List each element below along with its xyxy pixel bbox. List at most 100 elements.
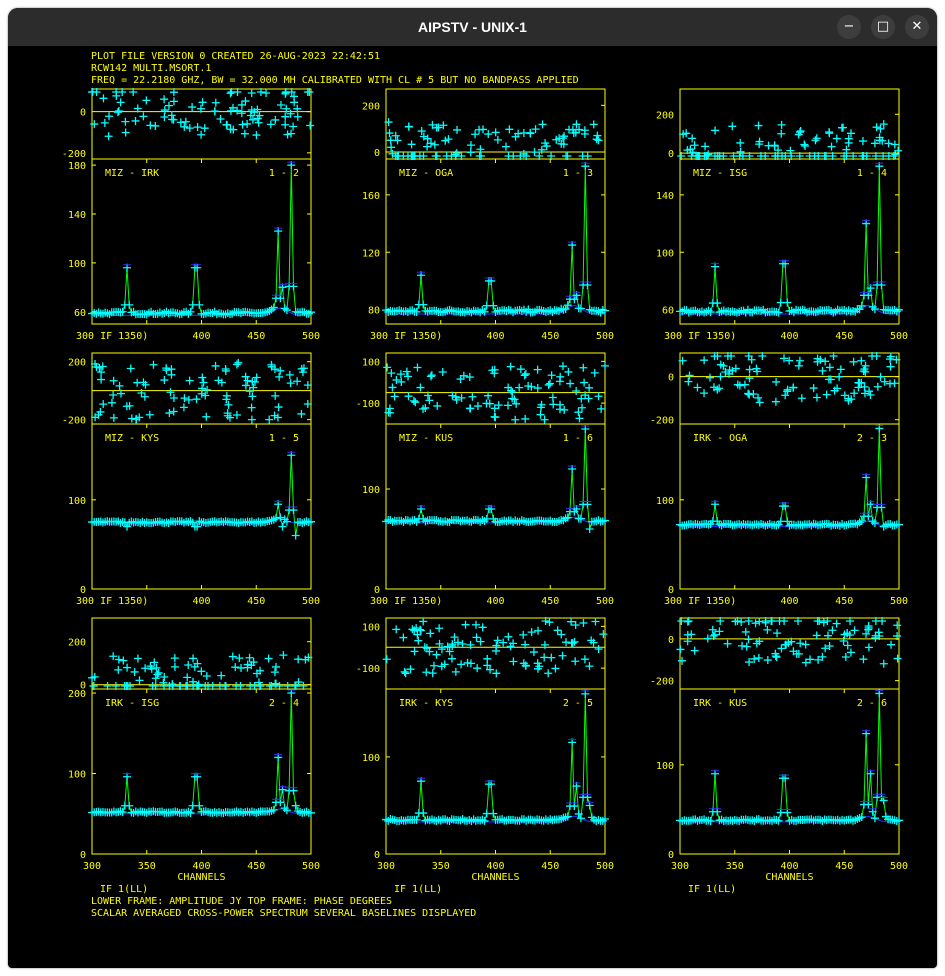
data-point — [533, 384, 542, 393]
data-point — [195, 300, 204, 309]
data-point — [180, 122, 189, 131]
phase-tick-label: 200 — [362, 101, 380, 112]
data-point — [266, 120, 275, 129]
data-point — [245, 653, 254, 662]
data-point — [864, 622, 873, 631]
data-point — [562, 638, 571, 647]
data-point — [706, 373, 715, 382]
data-point — [526, 128, 535, 137]
data-point — [281, 120, 290, 129]
data-point — [887, 640, 896, 649]
data-point — [688, 134, 697, 143]
amplitude-series — [91, 165, 312, 315]
data-point — [740, 380, 749, 389]
data-point — [271, 115, 280, 124]
data-point — [277, 100, 285, 109]
data-point — [193, 123, 202, 132]
data-point — [404, 122, 413, 131]
data-point — [432, 650, 441, 659]
data-point — [184, 395, 193, 404]
data-point — [521, 414, 530, 423]
data-point — [800, 140, 809, 149]
data-point — [794, 361, 803, 370]
data-point — [777, 120, 786, 129]
x-axis-label: CHANNELS — [471, 872, 519, 883]
amplitude-frame — [91, 688, 312, 855]
baseline-panel: 100 0 200 -200 MIZ - KYS 1 - 5 300 IF 1350) 400… — [62, 352, 320, 607]
data-point — [755, 617, 764, 626]
x-axis-label: CHANNELS — [765, 872, 813, 883]
data-point — [228, 652, 237, 661]
data-point — [890, 379, 899, 388]
channel-tick-label: 500 — [890, 861, 908, 872]
data-point — [420, 643, 429, 652]
data-point — [169, 97, 178, 106]
data-point — [832, 134, 841, 143]
if-label: IF 1(LL) — [688, 884, 736, 895]
phase-tick-label: -100 — [356, 399, 380, 410]
data-point — [530, 148, 539, 157]
data-point — [234, 358, 243, 367]
data-point — [189, 654, 198, 663]
data-point — [142, 96, 151, 105]
amplitude-tick-label: 100 — [362, 485, 380, 496]
data-point — [893, 654, 902, 663]
data-point — [504, 632, 513, 641]
data-point — [533, 365, 542, 374]
data-point — [387, 143, 396, 152]
data-point — [197, 130, 206, 139]
data-point — [836, 365, 845, 374]
data-point — [162, 364, 171, 373]
amplitude-tick-label: 0 — [374, 585, 380, 596]
amplitude-tick-label: 180 — [68, 161, 86, 172]
data-point — [170, 662, 179, 671]
data-point — [516, 365, 525, 374]
data-point — [801, 142, 810, 151]
data-point — [574, 408, 583, 417]
data-point — [126, 364, 135, 373]
data-point — [232, 410, 241, 419]
data-point — [754, 121, 763, 130]
data-point — [515, 383, 524, 392]
data-point — [685, 371, 694, 380]
data-point — [297, 409, 306, 418]
baseline-label: MIZ - KYS — [105, 433, 159, 444]
data-point — [408, 625, 417, 634]
data-point — [484, 130, 493, 139]
data-point — [429, 661, 438, 670]
data-point — [713, 299, 722, 308]
data-point — [818, 366, 827, 375]
amplitude-series — [385, 693, 606, 822]
data-point — [711, 126, 720, 135]
data-point — [427, 371, 436, 380]
data-point — [591, 617, 600, 626]
data-point — [579, 619, 588, 628]
data-point — [827, 142, 836, 151]
data-point — [771, 397, 780, 406]
data-point — [105, 112, 114, 121]
data-point — [167, 111, 176, 120]
data-point — [127, 414, 136, 423]
channel-tick-label: 500 — [596, 596, 614, 607]
baseline-panel: 20010002000IRK - ISG 2 - 4300 350 400 450 500… — [68, 617, 320, 895]
baseline-panels: 60 100 140 180 0 -200 MIZ - IRK 1 - 2 300 IF 135… — [62, 88, 908, 895]
data-point — [407, 140, 416, 149]
amplitude-tick-label: 100 — [656, 248, 674, 259]
amplitude-series — [385, 428, 606, 530]
data-point — [468, 392, 477, 401]
data-point — [841, 652, 850, 661]
channel-tick-label: 450 — [835, 596, 853, 607]
data-point — [579, 363, 588, 372]
channel-tick-label: 450 — [835, 331, 853, 342]
data-point — [392, 625, 401, 634]
data-point — [123, 663, 132, 672]
data-point — [417, 127, 426, 136]
baseline-number: 1 - 5 — [269, 433, 299, 444]
data-point — [572, 386, 581, 395]
data-point — [262, 88, 271, 97]
x-axis-label: CHANNELS — [177, 872, 225, 883]
data-point — [200, 124, 209, 133]
phase-tick-label: 200 — [656, 110, 674, 121]
data-point — [601, 361, 609, 370]
data-point — [419, 617, 428, 626]
